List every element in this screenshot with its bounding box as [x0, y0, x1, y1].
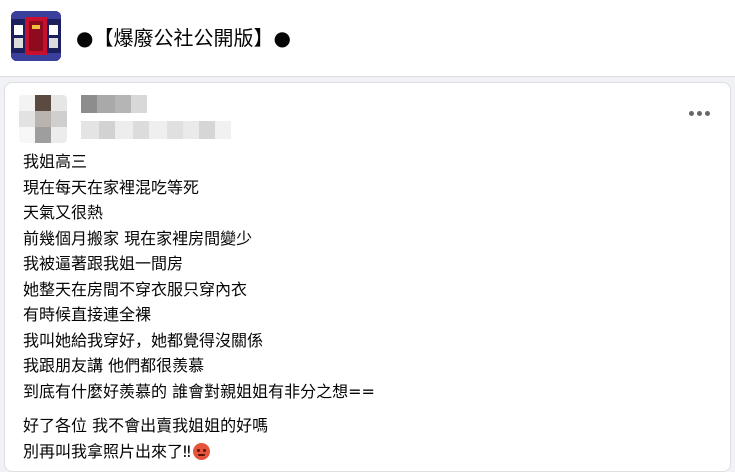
post-line: 有時候直接連全裸 — [23, 305, 152, 324]
post-line: 她整天在房間不穿衣服只穿內衣 — [23, 279, 248, 299]
post-line: 我叫她給我穿好，她都覺得沒關係 — [23, 330, 264, 350]
post-line: 我被逼著跟我姐一間房 — [23, 254, 184, 273]
post-body: 我姐高三 現在每天在家裡混吃等死 天氣又很熱 前幾個月搬家 現在家裡房間變少 我… — [23, 149, 703, 464]
post-line: 天氣又很熱 — [23, 203, 104, 222]
more-options-icon — [688, 110, 694, 116]
post-line: 前幾個月搬家 現在家裡房間變少 — [23, 228, 253, 248]
post-line: 好了各位 我不會出賣我姐姐的好嗎 — [23, 416, 269, 435]
angry-face-emoji-icon — [192, 442, 210, 460]
more-options-button[interactable] — [684, 101, 714, 125]
group-header: ●【爆廢公社公開版】● — [0, 0, 735, 77]
author-avatar-blurred[interactable] — [19, 95, 67, 143]
post-line: 我姐高三 — [23, 152, 88, 171]
group-avatar[interactable] — [11, 11, 61, 61]
post-line: 我跟朋友講 他們都很羨慕 — [23, 356, 205, 375]
post-line: 現在每天在家裡混吃等死 — [23, 177, 200, 197]
post-timestamp-blurred[interactable] — [81, 121, 231, 139]
post-line: 到底有什麼好羨慕的 誰會對親姐姐有非分之想== — [23, 381, 375, 401]
author-name-blurred[interactable] — [81, 95, 147, 113]
post-line-text: 別再叫我拿照片出來了‼ — [23, 441, 191, 461]
group-avatar-image — [11, 11, 61, 61]
group-title[interactable]: ●【爆廢公社公開版】● — [76, 24, 291, 52]
post-last-line: 別再叫我拿照片出來了‼ — [23, 439, 703, 465]
post-card: 我姐高三 現在每天在家裡混吃等死 天氣又很熱 前幾個月搬家 現在家裡房間變少 我… — [4, 82, 731, 472]
